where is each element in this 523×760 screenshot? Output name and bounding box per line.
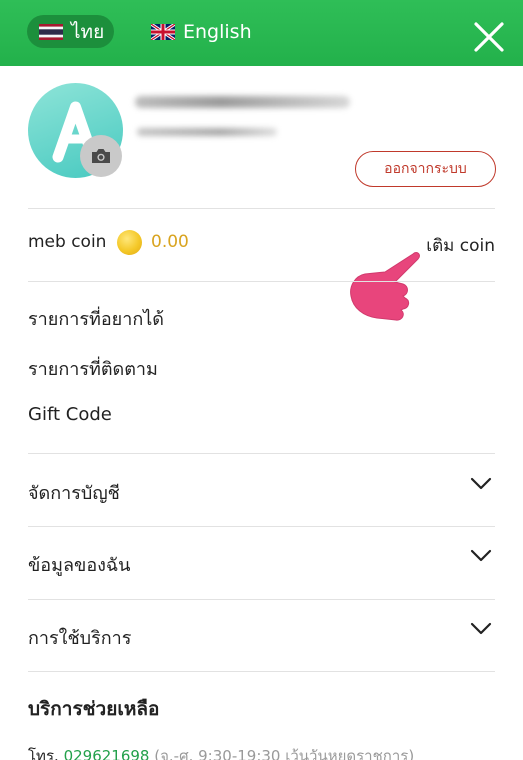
- contact-line: โทร. 029621698 (จ.-ศ. 9:30-19:30 เว้นวัน…: [28, 744, 414, 760]
- divider: [28, 671, 495, 672]
- chevron-down-icon[interactable]: [470, 477, 492, 491]
- coin-label: meb coin: [28, 232, 107, 252]
- section-label: การใช้บริการ: [28, 628, 132, 649]
- language-english-button[interactable]: English: [151, 15, 252, 48]
- logout-button[interactable]: ออกจากระบบ: [355, 151, 496, 187]
- divider: [28, 526, 495, 527]
- language-thai-label: ไทย: [71, 20, 105, 43]
- language-thai-button[interactable]: ไทย: [27, 15, 114, 48]
- divider: [28, 281, 495, 282]
- help-section-title: บริการช่วยเหลือ: [28, 698, 160, 720]
- section-service-usage[interactable]: การใช้บริการ: [28, 623, 495, 652]
- uk-flag-icon: [151, 23, 175, 40]
- chevron-down-icon[interactable]: [470, 549, 492, 563]
- menu-gift-code[interactable]: Gift Code: [28, 404, 112, 425]
- divider: [28, 453, 495, 454]
- change-photo-button[interactable]: [80, 135, 122, 177]
- camera-icon: [92, 149, 110, 163]
- service-hours: (จ.-ศ. 9:30-19:30 เว้นวันหยุดราชการ): [154, 747, 415, 760]
- top-bar: ไทย English: [0, 0, 523, 66]
- pointing-hand-icon: [350, 252, 420, 321]
- chevron-down-icon[interactable]: [470, 622, 492, 636]
- divider: [28, 599, 495, 600]
- menu-wishlist[interactable]: รายการที่อยากได้: [28, 304, 164, 333]
- user-email-redacted: [137, 128, 277, 136]
- coin-balance: 0.00: [151, 232, 189, 252]
- section-label: ข้อมูลของฉัน: [28, 555, 131, 576]
- thai-flag-icon: [39, 23, 63, 40]
- phone-prefix: โทร.: [28, 747, 59, 760]
- user-name-redacted: [135, 96, 350, 108]
- close-icon[interactable]: [470, 18, 508, 56]
- topup-coin-link[interactable]: เติม coin: [426, 232, 495, 259]
- section-my-info[interactable]: ข้อมูลของฉัน: [28, 550, 495, 579]
- coin-icon: [117, 230, 142, 255]
- section-account-management[interactable]: จัดการบัญชี: [28, 478, 495, 507]
- menu-following[interactable]: รายการที่ติดตาม: [28, 354, 158, 383]
- divider: [28, 208, 495, 209]
- language-english-label: English: [183, 20, 252, 43]
- phone-link[interactable]: 029621698: [64, 747, 150, 760]
- section-label: จัดการบัญชี: [28, 483, 120, 504]
